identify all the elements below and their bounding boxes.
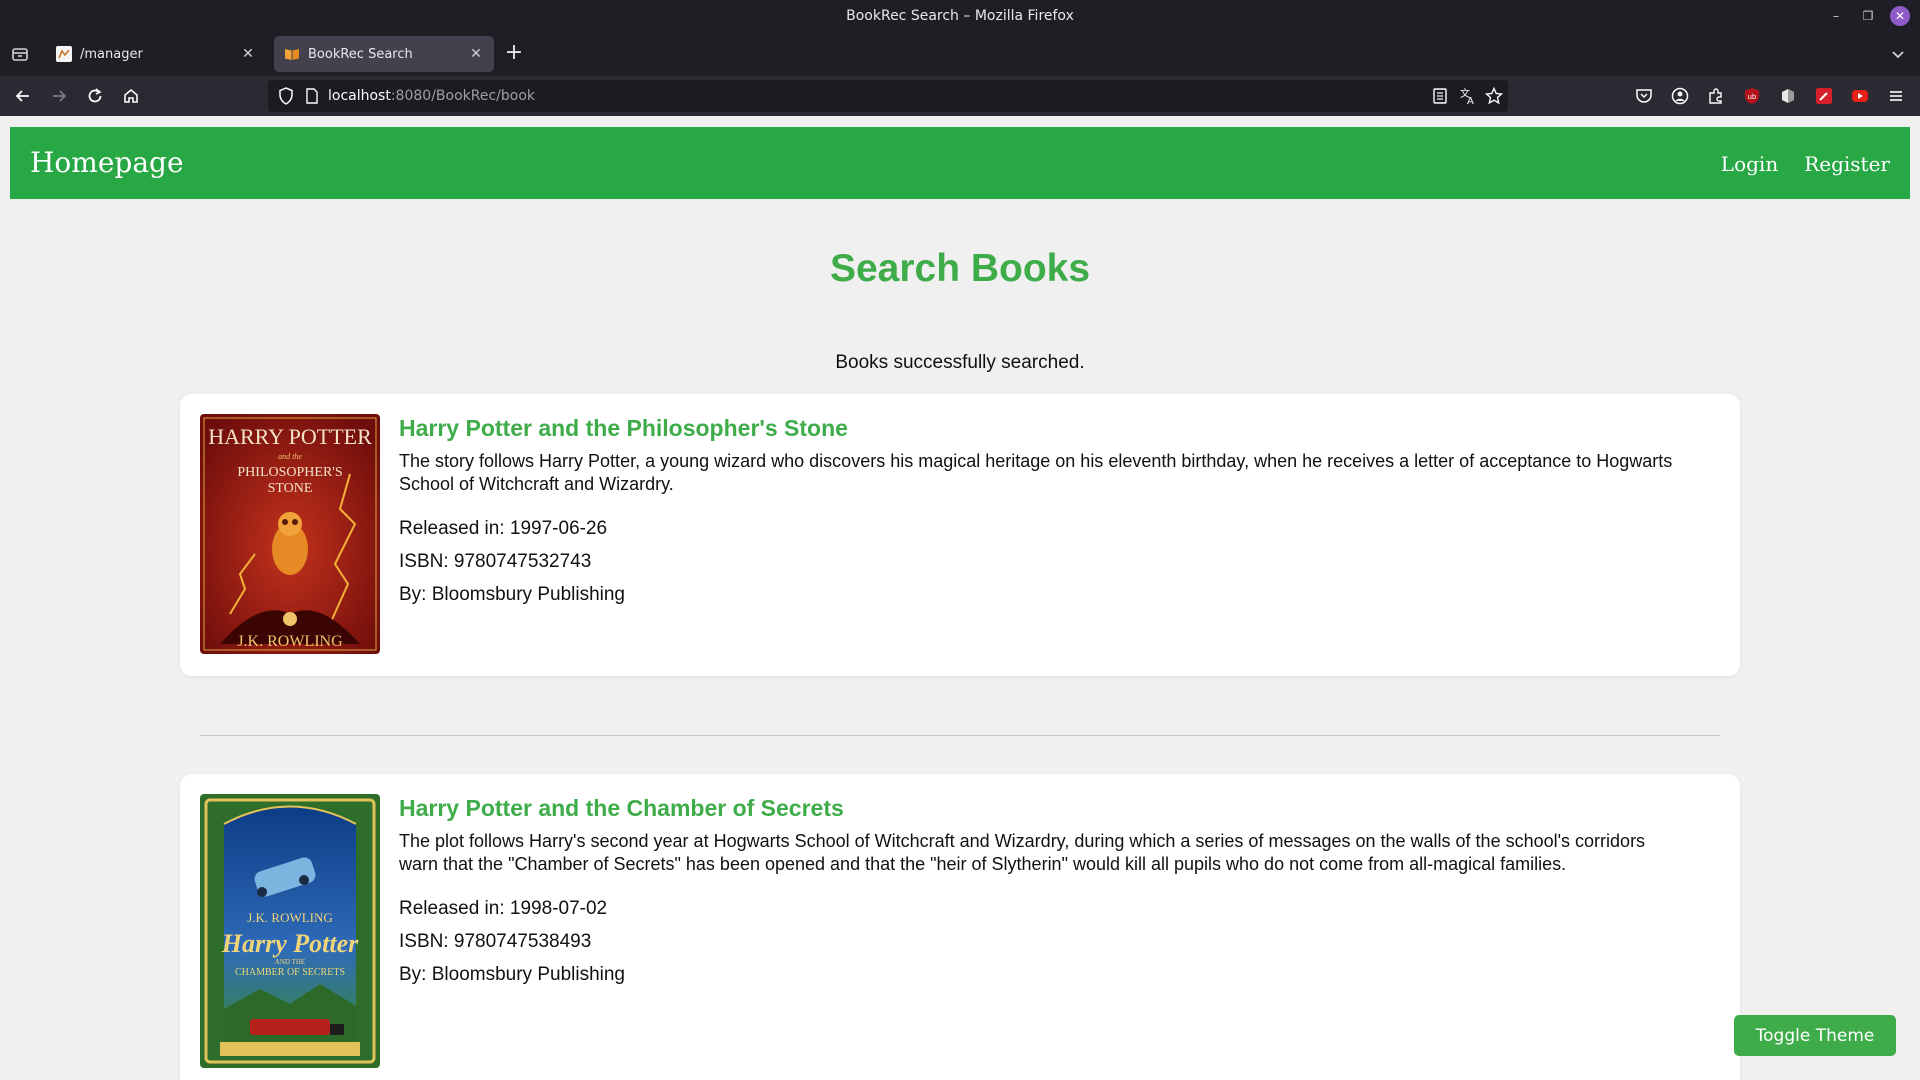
tab-strip: /manager ✕ BookRec Search ✕ + [0,32,1920,76]
book-card: HARRY POTTER and the PHILOSOPHER'S STONE… [180,394,1740,676]
book-cover-image[interactable]: HARRY POTTER and the PHILOSOPHER'S STONE… [200,414,380,654]
book-info: Harry Potter and the Chamber of Secrets … [399,794,1680,991]
book-description: The story follows Harry Potter, a young … [399,451,1673,494]
close-tab-icon[interactable]: ✕ [240,46,256,62]
dark-mode-extension-icon[interactable] [1778,86,1798,106]
firefox-view-icon[interactable] [10,44,30,64]
cover-title-line: and the [278,452,302,461]
tab-manager[interactable]: /manager ✕ [46,36,266,72]
window-titlebar: BookRec Search – Mozilla Firefox – ❐ ✕ [0,0,1920,32]
url-text: localhost:8080/BookRec/book [328,88,535,104]
address-bar[interactable]: localhost:8080/BookRec/book 文A [268,80,1508,112]
divider [200,735,1720,736]
page-info-icon[interactable] [302,86,322,106]
home-icon[interactable] [121,86,141,106]
account-icon[interactable] [1670,86,1690,106]
book-title-link[interactable]: Harry Potter and the Philosopher's Stone [399,414,1680,442]
book-description: The plot follows Harry's second year at … [399,831,1646,874]
svg-text:A: A [1467,96,1474,105]
book-publisher: By: Bloomsbury Publishing [399,964,625,985]
restore-icon[interactable]: ❐ [1858,6,1878,26]
tab-label: /manager [80,46,143,62]
book-publisher: By: Bloomsbury Publishing [399,584,625,605]
list-all-tabs-chevron-icon[interactable] [1888,44,1908,64]
tab-bookrec-search[interactable]: BookRec Search ✕ [274,36,494,72]
new-tab-plus-icon[interactable]: + [502,42,526,64]
homepage-link[interactable]: Homepage [30,146,184,179]
hamburger-menu-icon[interactable] [1886,86,1906,106]
window-controls: – ❐ ✕ [1826,6,1910,26]
book-info: Harry Potter and the Philosopher's Stone… [399,414,1680,611]
cover-title-line: STONE [268,481,313,496]
book-title-link[interactable]: Harry Potter and the Chamber of Secrets [399,794,1680,822]
cover-author: J.K. ROWLING [247,910,333,925]
auth-links: Login Register [1721,152,1890,176]
url-host: localhost [328,88,391,104]
window-title: BookRec Search – Mozilla Firefox [846,8,1074,24]
register-link[interactable]: Register [1804,152,1890,176]
pocket-icon[interactable] [1634,86,1654,106]
reload-icon[interactable] [85,86,105,106]
tracking-shield-icon[interactable] [276,86,296,106]
tomcat-favicon-icon [56,46,72,62]
page-title: Search Books [829,247,1091,290]
book-meta: Released in: 1997-06-26 ISBN: 9780747532… [399,512,1680,611]
minimize-icon[interactable]: – [1826,6,1846,26]
cover-title-line: PHILOSOPHER'S [237,465,342,480]
cover-author: J.K. ROWLING [237,633,343,650]
svg-text:ub: ub [1748,93,1757,101]
book-card: J.K. ROWLING Harry Potter AND THE CHAMBE… [180,774,1740,1080]
book-release-date: Released in: 1998-07-02 [399,898,608,919]
browser-toolbar: localhost:8080/BookRec/book 文A ub [0,76,1920,116]
book-favicon-icon [284,46,300,62]
status-message: Books successfully searched. [835,352,1085,373]
close-window-icon[interactable]: ✕ [1890,6,1910,26]
book-release-date: Released in: 1997-06-26 [399,518,608,539]
colorpicker-extension-icon[interactable] [1814,86,1834,106]
cover-title-line: HARRY POTTER [208,424,372,449]
extensions-puzzle-icon[interactable] [1706,86,1726,106]
toggle-theme-button[interactable]: Toggle Theme [1734,1015,1896,1056]
back-arrow-icon[interactable] [13,86,33,106]
book-cover-image[interactable]: J.K. ROWLING Harry Potter AND THE CHAMBE… [200,794,380,1068]
login-link[interactable]: Login [1721,152,1778,176]
book-isbn: ISBN: 9780747538493 [399,931,592,952]
youtube-extension-icon[interactable] [1850,86,1870,106]
book-meta: Released in: 1998-07-02 ISBN: 9780747538… [399,892,1680,991]
tab-label: BookRec Search [308,46,413,62]
forward-arrow-icon[interactable] [49,86,69,106]
reader-view-icon[interactable] [1430,86,1450,106]
cover-title-line: Harry Potter [221,929,359,958]
url-path: :8080/BookRec/book [390,88,535,104]
translate-icon[interactable]: 文A [1458,86,1478,106]
ublock-origin-icon[interactable]: ub [1742,86,1762,106]
close-tab-icon[interactable]: ✕ [468,46,484,62]
site-navbar: Homepage Login Register [10,127,1910,199]
cover-title-line: AND THE [275,958,305,966]
bookmark-star-icon[interactable] [1484,86,1504,106]
cover-title-line: CHAMBER OF SECRETS [235,967,345,978]
book-isbn: ISBN: 9780747532743 [399,551,592,572]
